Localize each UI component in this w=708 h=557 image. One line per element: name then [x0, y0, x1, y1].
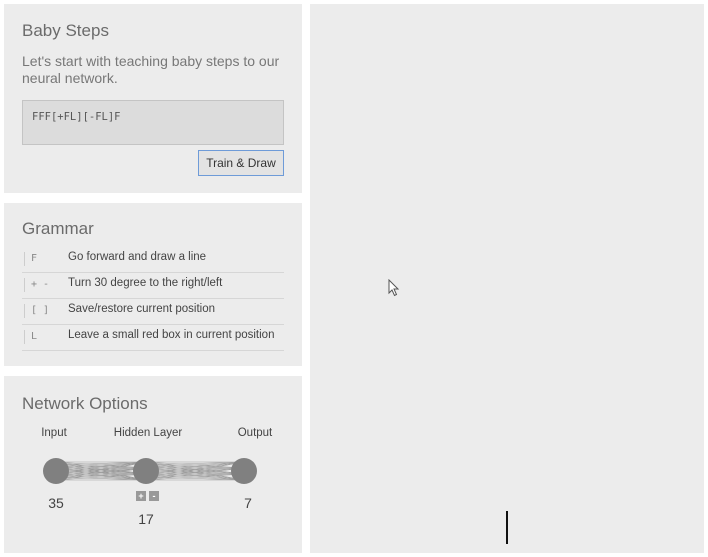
code-input[interactable]: FFF[+FL][-FL]F [22, 100, 284, 145]
add-hidden-button[interactable]: + [136, 491, 146, 501]
train-draw-button[interactable]: Train & Draw [198, 150, 284, 176]
grammar-symbol: L [24, 330, 37, 344]
mouse-pointer-icon [388, 279, 400, 297]
remove-hidden-button[interactable]: - [149, 491, 159, 501]
grammar-description: Leave a small red box in current positio… [68, 329, 275, 341]
grammar-title: Grammar [22, 219, 94, 238]
baby-steps-description: Let's start with teaching baby steps to … [22, 53, 280, 86]
grammar-symbol: F [24, 252, 37, 266]
turtle-line [506, 511, 508, 544]
grammar-symbol: [ ] [24, 304, 49, 318]
input-size: 35 [48, 495, 64, 511]
grammar-description: Go forward and draw a line [68, 251, 207, 263]
output-size: 7 [244, 495, 252, 511]
baby-steps-title: Baby Steps [22, 21, 109, 40]
grammar-row: L Leave a small red box in current posit… [22, 324, 284, 351]
input-node [43, 458, 69, 484]
hidden-size: 17 [138, 511, 154, 527]
hidden-node [133, 458, 159, 484]
grammar-panel: Grammar F Go forward and draw a line + -… [4, 203, 302, 366]
baby-steps-panel: Baby Steps Let's start with teaching bab… [4, 4, 302, 193]
grammar-symbol: + - [24, 278, 49, 292]
grammar-row: + - Turn 30 degree to the right/left [22, 272, 284, 299]
grammar-row: [ ] Save/restore current position [22, 298, 284, 325]
output-node [231, 458, 257, 484]
grammar-description: Save/restore current position [68, 303, 216, 315]
grammar-description: Turn 30 degree to the right/left [68, 277, 223, 289]
drawing-canvas[interactable] [310, 4, 704, 553]
grammar-row: F Go forward and draw a line [22, 246, 284, 273]
network-options-panel: Network Options Input Hidden Layer Outpu… [4, 376, 302, 553]
